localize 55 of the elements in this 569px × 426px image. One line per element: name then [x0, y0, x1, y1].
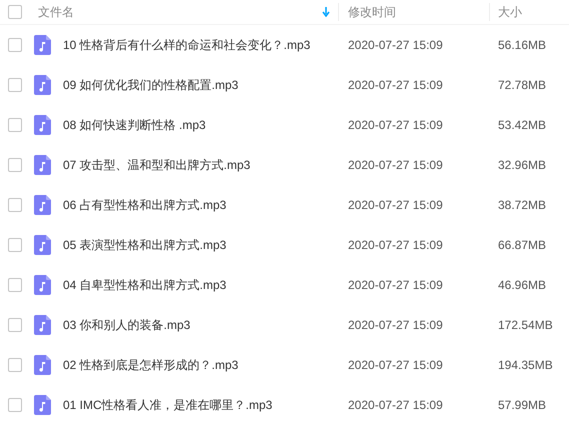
checkbox[interactable]: [8, 238, 22, 252]
file-size: 194.35MB: [498, 358, 553, 372]
column-header[interactable]: 大小: [490, 3, 569, 21]
checkbox[interactable]: [8, 78, 22, 92]
file-name[interactable]: 09 如何优化我们的性格配置.mp3: [63, 76, 238, 94]
file-name[interactable]: 02 性格到底是怎样形成的？.mp3: [63, 356, 238, 374]
file-name[interactable]: 08 如何快速判断性格 .mp3: [63, 116, 206, 134]
checkbox[interactable]: [8, 318, 22, 332]
modified-time: 2020-07-27 15:09: [348, 278, 443, 292]
arrow-down-icon[interactable]: [322, 7, 330, 17]
file-size: 38.72MB: [498, 198, 546, 212]
file-name[interactable]: 05 表演型性格和出牌方式.mp3: [63, 236, 226, 254]
modified-time: 2020-07-27 15:09: [348, 38, 443, 52]
file-name[interactable]: 10 性格背后有什么样的命运和社会变化？.mp3: [63, 36, 310, 54]
checkbox[interactable]: [8, 118, 22, 132]
checkbox[interactable]: [8, 398, 22, 412]
music-file-icon: [34, 115, 51, 135]
modified-time: 2020-07-27 15:09: [348, 118, 443, 132]
checkbox[interactable]: [8, 5, 22, 19]
music-file-icon: [34, 355, 51, 375]
modified-time: 2020-07-27 15:09: [348, 398, 443, 412]
file-size: 172.54MB: [498, 318, 553, 332]
checkbox[interactable]: [8, 358, 22, 372]
modified-time: 2020-07-27 15:09: [348, 318, 443, 332]
checkbox[interactable]: [8, 158, 22, 172]
column-header[interactable]: 修改时间: [339, 3, 490, 21]
music-file-icon: [34, 275, 51, 295]
file-size: 53.42MB: [498, 118, 546, 132]
modified-time: 2020-07-27 15:09: [348, 158, 443, 172]
checkbox[interactable]: [8, 278, 22, 292]
modified-time: 2020-07-27 15:09: [348, 238, 443, 252]
column-header[interactable]: 文件名: [34, 3, 339, 21]
checkbox[interactable]: [8, 198, 22, 212]
music-file-icon: [34, 35, 51, 55]
music-file-icon: [34, 195, 51, 215]
modified-time: 2020-07-27 15:09: [348, 78, 443, 92]
modified-time: 2020-07-27 15:09: [348, 358, 443, 372]
music-file-icon: [34, 155, 51, 175]
file-name[interactable]: 04 自卑型性格和出牌方式.mp3: [63, 276, 226, 294]
file-size: 32.96MB: [498, 158, 546, 172]
file-name[interactable]: 03 你和别人的装备.mp3: [63, 316, 190, 334]
file-name[interactable]: 01 IMC性格看人准，是准在哪里？.mp3: [63, 396, 272, 414]
file-name[interactable]: 07 攻击型、温和型和出牌方式.mp3: [63, 156, 250, 174]
file-size: 66.87MB: [498, 238, 546, 252]
music-file-icon: [34, 235, 51, 255]
file-name[interactable]: 06 占有型性格和出牌方式.mp3: [63, 196, 226, 214]
file-size: 72.78MB: [498, 78, 546, 92]
file-size: 57.99MB: [498, 398, 546, 412]
modified-time: 2020-07-27 15:09: [348, 198, 443, 212]
file-size: 56.16MB: [498, 38, 546, 52]
music-file-icon: [34, 395, 51, 415]
music-file-icon: [34, 315, 51, 335]
file-size: 46.96MB: [498, 278, 546, 292]
checkbox[interactable]: [8, 38, 22, 52]
music-file-icon: [34, 75, 51, 95]
